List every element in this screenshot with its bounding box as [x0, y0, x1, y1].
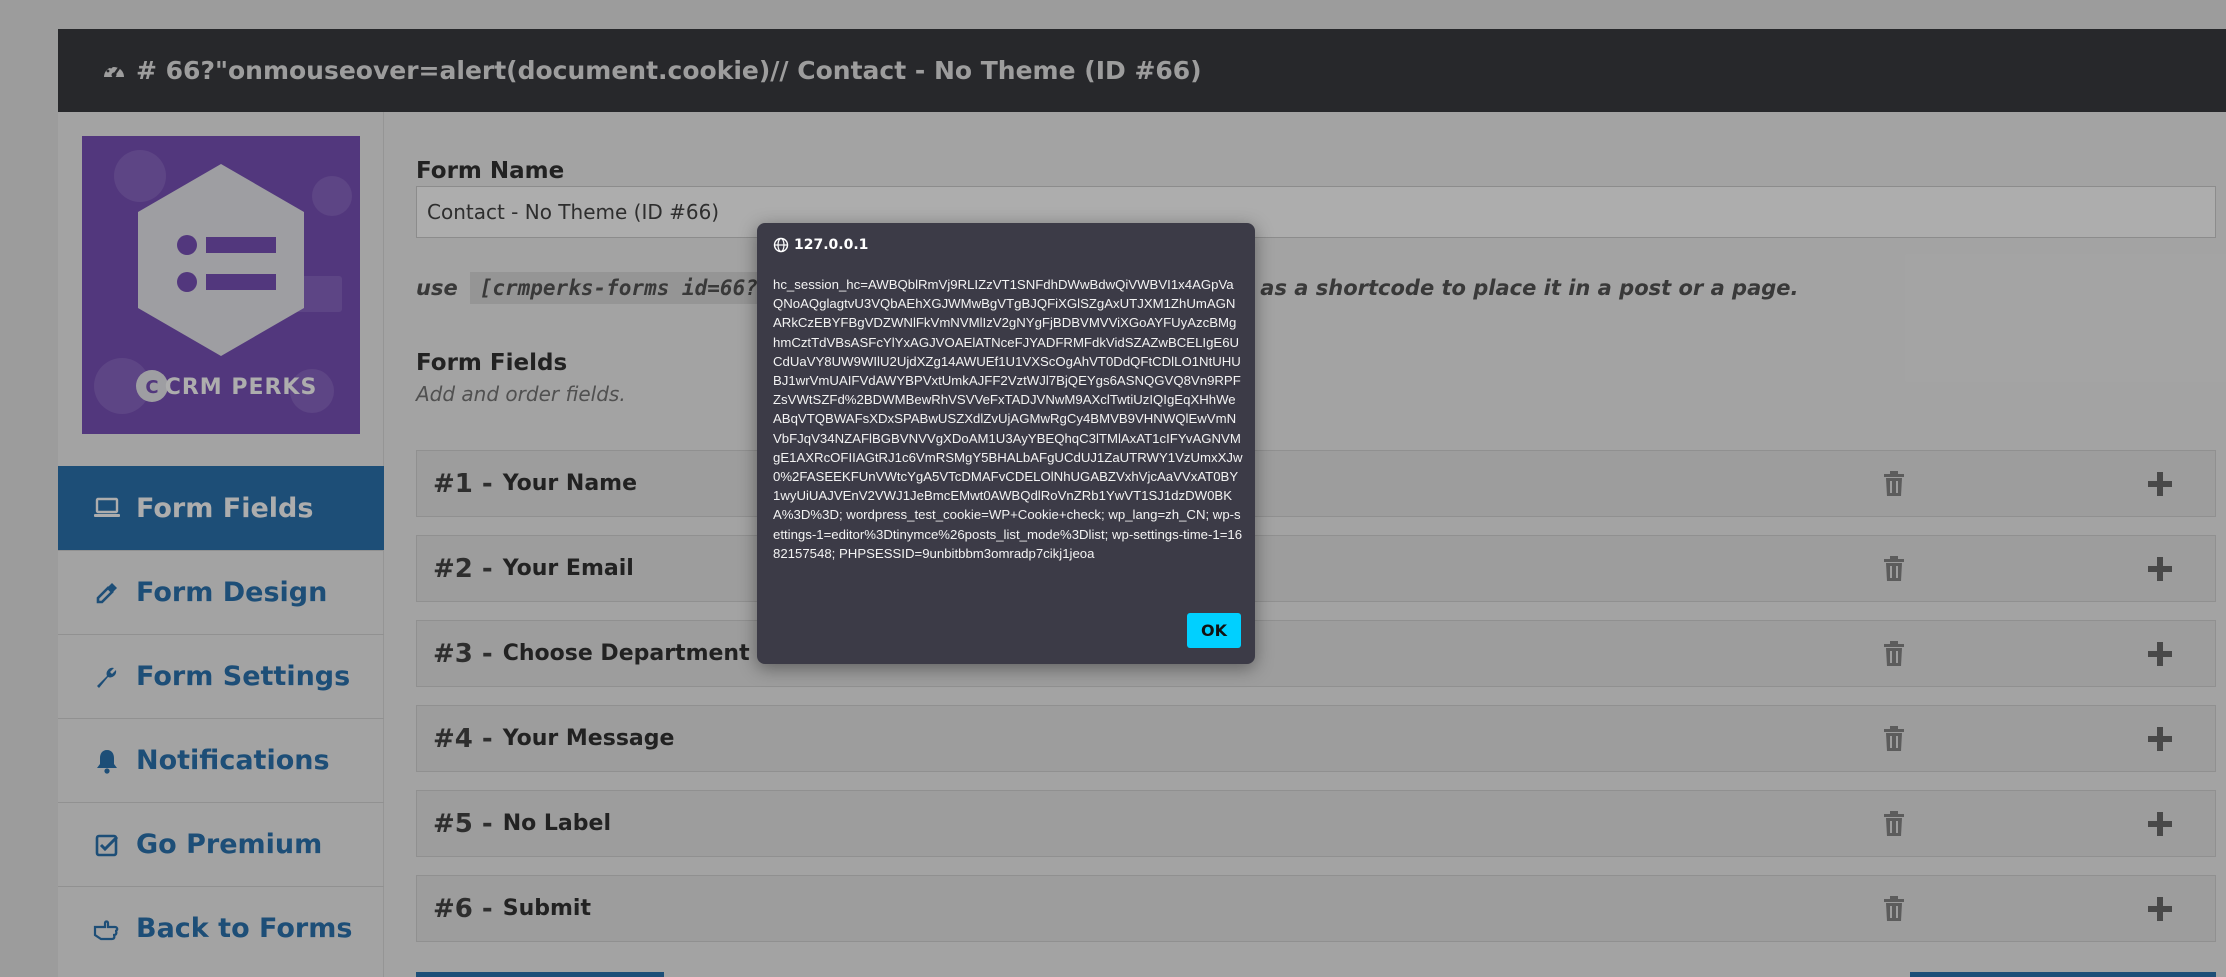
dialog-origin: 127.0.0.1	[773, 237, 868, 253]
dialog-origin-text: 127.0.0.1	[794, 237, 869, 253]
globe-icon	[773, 237, 789, 253]
ok-button[interactable]: OK	[1187, 613, 1241, 648]
page: # 66?"onmouseover=alert(document.cookie)…	[0, 0, 2226, 977]
dialog-message: hc_session_hc=AWBQblRmVj9RLIZzVT1SNFdhDW…	[773, 277, 1243, 561]
alert-dialog: 127.0.0.1 hc_session_hc=AWBQblRmVj9RLIZz…	[757, 223, 1255, 664]
